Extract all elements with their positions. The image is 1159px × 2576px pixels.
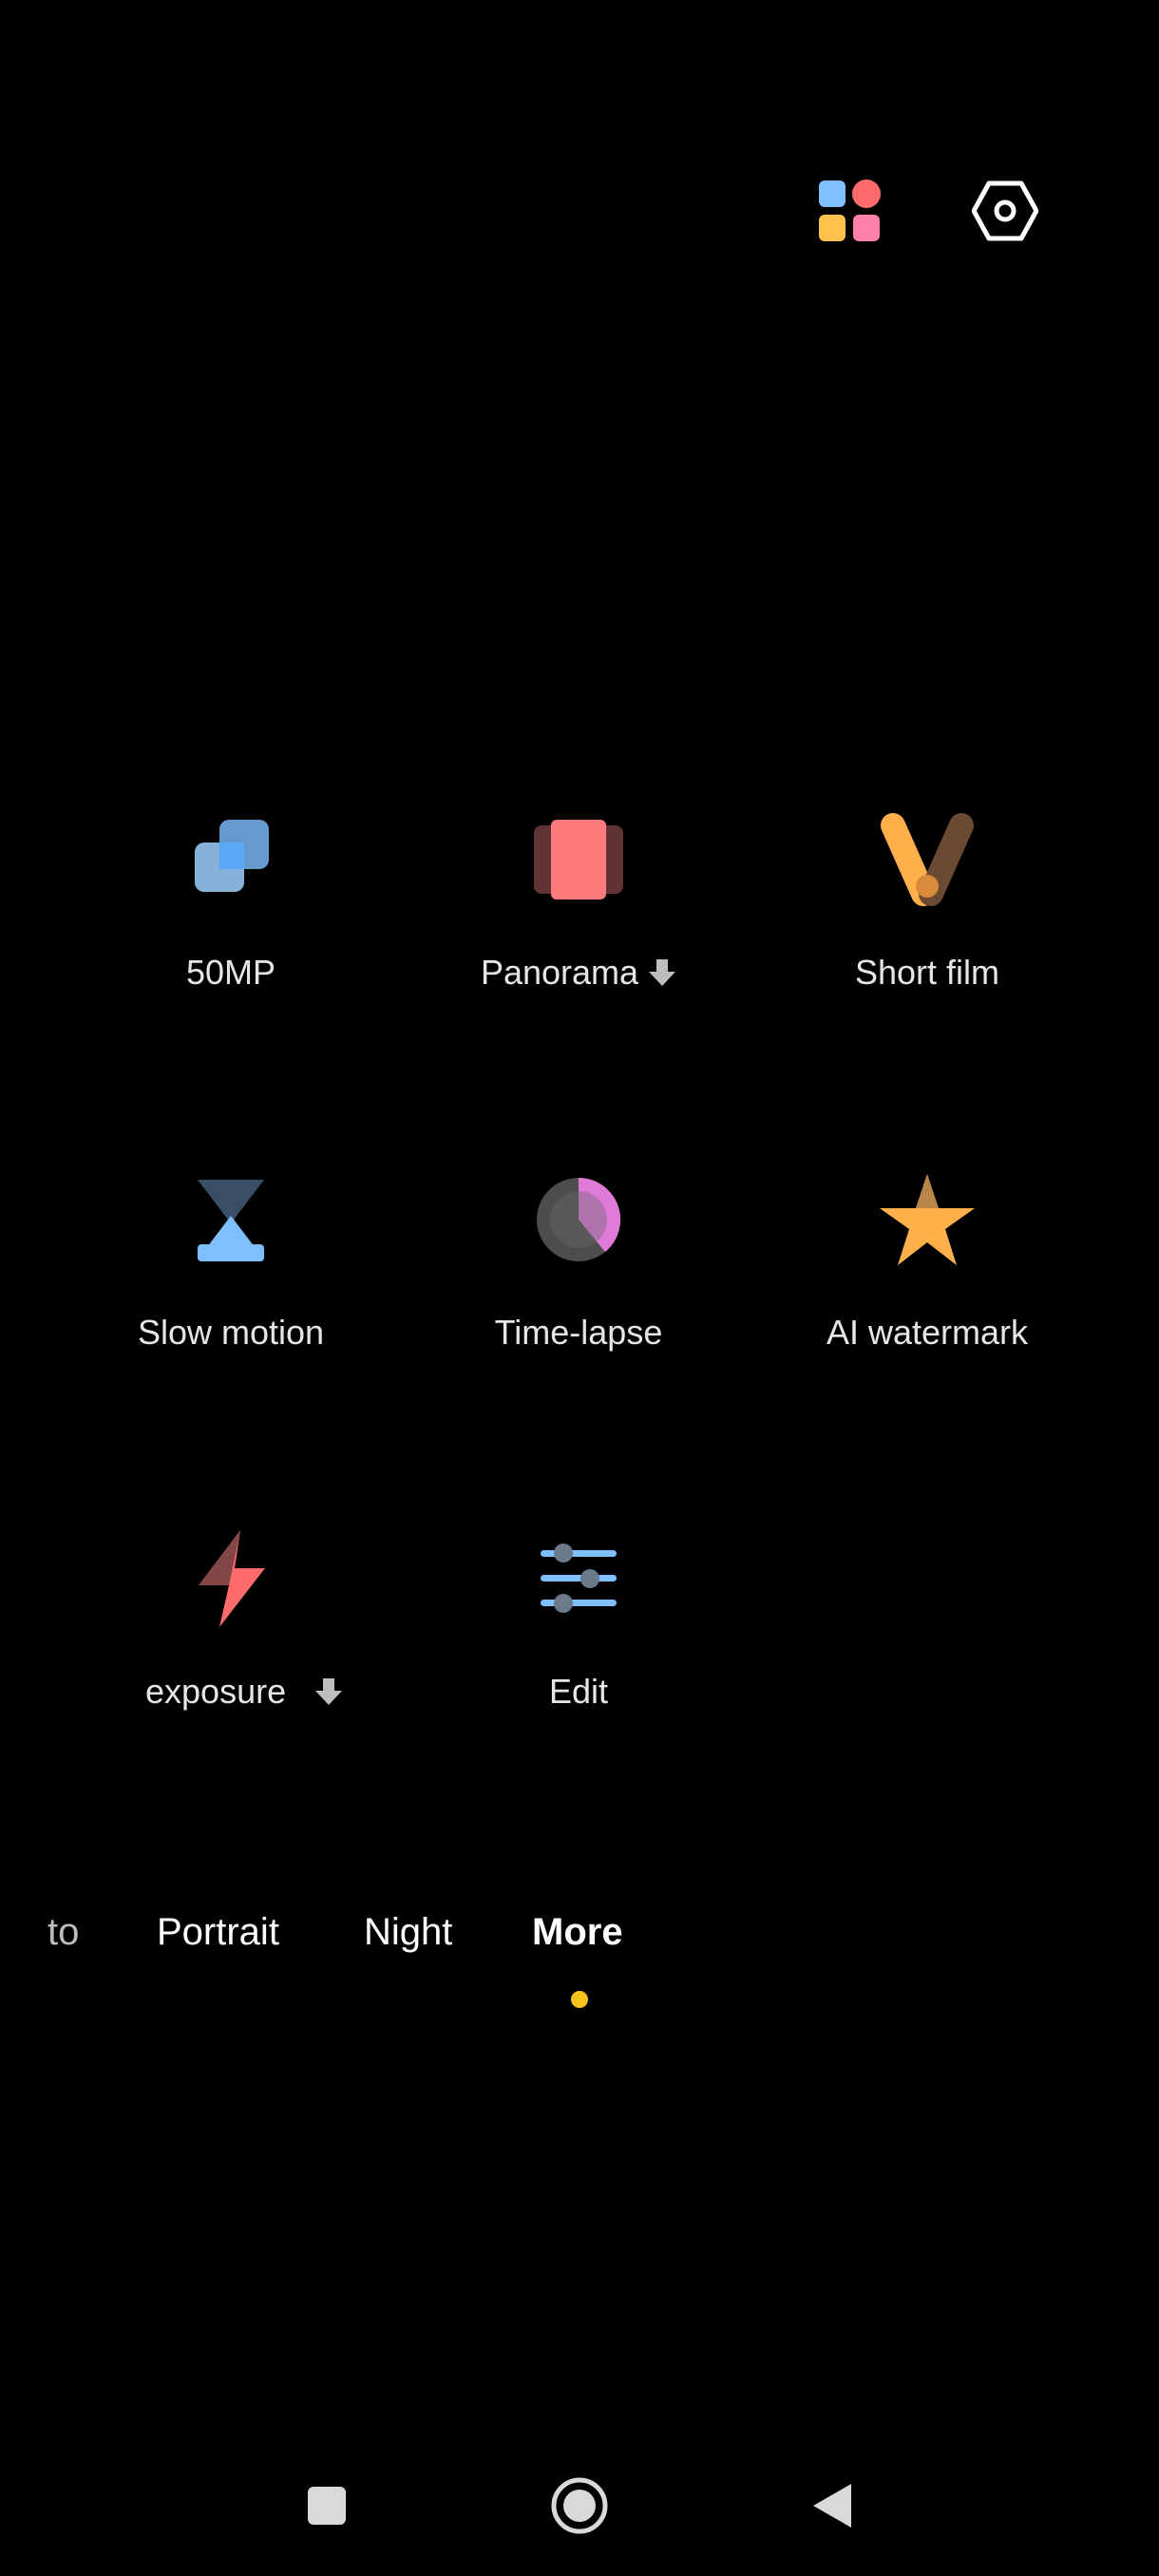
mode-strip: to Portrait Night More [0,1911,1159,1978]
recent-apps-button[interactable] [289,2468,365,2544]
mode-label: Time-lapse [494,1313,663,1352]
mode-short-film[interactable]: Short film [756,803,1098,1050]
mode-edit[interactable]: Edit [408,1522,750,1769]
back-button[interactable] [794,2468,870,2544]
mode-label: Short film [854,953,1000,992]
mode-ai-watermark[interactable]: AI watermark [756,1163,1098,1410]
tab-night[interactable]: Night [364,1911,452,1954]
tab-portrait[interactable]: Portrait [157,1911,279,1954]
50mp-icon [195,820,269,892]
ai-watermark-icon [880,1174,975,1265]
mode-long-exposure[interactable]: exposure [60,1522,402,1769]
download-icon [315,1678,343,1705]
tab-more[interactable]: More [532,1911,623,1954]
download-icon [649,959,676,986]
mode-label: Edit [548,1672,609,1711]
recent-apps-icon [308,2487,346,2525]
panorama-icon [534,820,623,900]
long-exposure-icon [199,1530,265,1627]
mode-time-lapse[interactable]: Time-lapse [408,1163,750,1410]
home-icon [551,2477,608,2534]
mode-panorama[interactable]: Panorama [408,803,750,1050]
apps-grid-icon [819,180,881,241]
apps-grid-button[interactable] [809,171,889,251]
mode-label: AI watermark [826,1313,1029,1352]
time-lapse-icon [537,1178,621,1261]
short-film-icon [881,813,974,906]
back-icon [813,2484,851,2528]
mode-slow-motion[interactable]: Slow motion [60,1163,402,1410]
home-button[interactable] [542,2468,618,2544]
slow-motion-icon [198,1180,264,1261]
settings-hexagon-icon [972,180,1038,241]
mode-label: Slow motion [137,1313,325,1352]
edit-sliders-icon [541,1544,617,1613]
active-mode-indicator [571,1991,588,2008]
mode-50mp[interactable]: 50MP [60,803,402,1050]
settings-button[interactable] [965,171,1045,251]
mode-label: Panorama [480,953,639,992]
mode-label: exposure [145,1672,287,1711]
mode-label: 50MP [185,953,276,992]
tab-photo[interactable]: to [48,1911,79,1954]
